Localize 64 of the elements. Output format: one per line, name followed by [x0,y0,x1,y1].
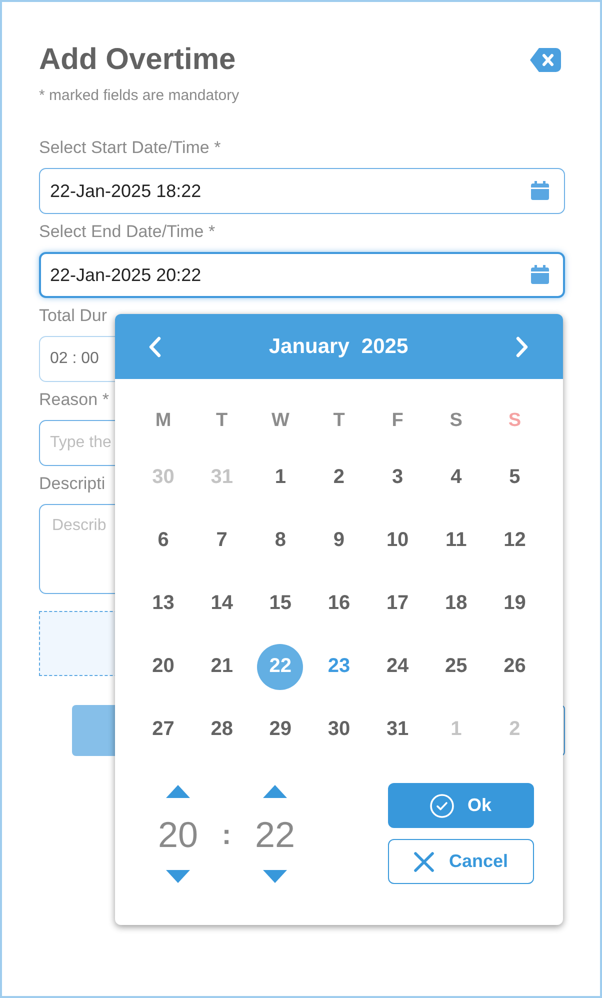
calendar-day[interactable]: 29 [257,706,304,752]
calendar-day[interactable]: 15 [257,580,304,626]
calendar-day[interactable]: 9 [316,518,362,564]
close-icon [414,852,434,872]
calendar-day[interactable]: 5 [492,454,538,500]
calendar-day[interactable]: 27 [140,706,186,752]
weekday-label: S [450,410,462,432]
caret-down-icon[interactable] [263,870,287,883]
calendar-day[interactable]: 7 [198,518,245,564]
time-separator: : [222,818,232,852]
field-label: Select Start Date/Time * [39,138,221,158]
calendar-day[interactable]: 6 [140,518,186,564]
calendar-day[interactable]: 23 [316,644,362,690]
calendar-day[interactable]: 3 [374,454,421,500]
weekday-label: M [155,410,172,432]
calendar-day[interactable]: 30 [316,706,362,752]
field-label: Total Dur [39,306,108,326]
cancel-button[interactable]: Cancel [388,839,534,884]
month-label: January [268,334,350,360]
close-icon[interactable] [530,48,561,72]
weekday-label: S [508,410,522,432]
year-label: 2025 [361,334,408,360]
field-label: Reason * [39,390,109,410]
dialog-title: Add Overtime [39,42,237,78]
calendar-icon[interactable] [531,265,549,284]
calendar-day[interactable]: 14 [198,580,245,626]
calendar-day[interactable]: 17 [374,580,421,626]
hour-value: 20 [158,813,198,857]
calendar-day[interactable]: 24 [374,644,421,690]
calendar-day[interactable]: 12 [492,518,538,564]
calendar-day[interactable]: 1 [257,454,304,500]
date-field[interactable]: 22-Jan-2025 18:22 [39,168,565,214]
calendar-day[interactable]: 19 [492,580,538,626]
calendar-icon[interactable] [531,181,549,200]
weekday-label: T [216,410,228,432]
chevron-left-icon[interactable] [148,336,162,358]
caret-up-icon[interactable] [166,785,190,798]
calendar-day[interactable]: 2 [316,454,362,500]
calendar-day[interactable]: 10 [374,518,421,564]
weekday-label: W [271,410,290,432]
calendar-day[interactable]: 20 [140,644,186,690]
calendar-day[interactable]: 16 [316,580,362,626]
calendar-day[interactable]: 31 [374,706,421,752]
caret-up-icon[interactable] [263,785,287,798]
calendar-day[interactable]: 8 [257,518,304,564]
minute-value: 22 [254,813,296,857]
ok-button[interactable]: Ok [388,783,534,828]
calendar-day[interactable]: 26 [492,644,538,690]
calendar-day[interactable]: 21 [198,644,245,690]
calendar-day[interactable]: 13 [140,580,186,626]
field-label: Select End Date/Time * [39,222,216,242]
date-field[interactable]: 22-Jan-2025 20:22 [39,252,565,298]
calendar-day[interactable]: 11 [433,518,480,564]
calendar-day[interactable]: 25 [433,644,480,690]
weekday-label: T [333,410,345,432]
weekday-label: F [392,410,404,432]
calendar-day[interactable]: 18 [433,580,480,626]
calendar-day[interactable]: 28 [198,706,245,752]
chevron-right-icon[interactable] [514,336,529,358]
mandatory-note: * marked fields are mandatory [39,86,240,106]
check-circle-icon [430,794,454,818]
calendar-day[interactable]: 4 [433,454,480,500]
caret-down-icon[interactable] [166,870,190,883]
field-label: Descripti [39,474,106,494]
